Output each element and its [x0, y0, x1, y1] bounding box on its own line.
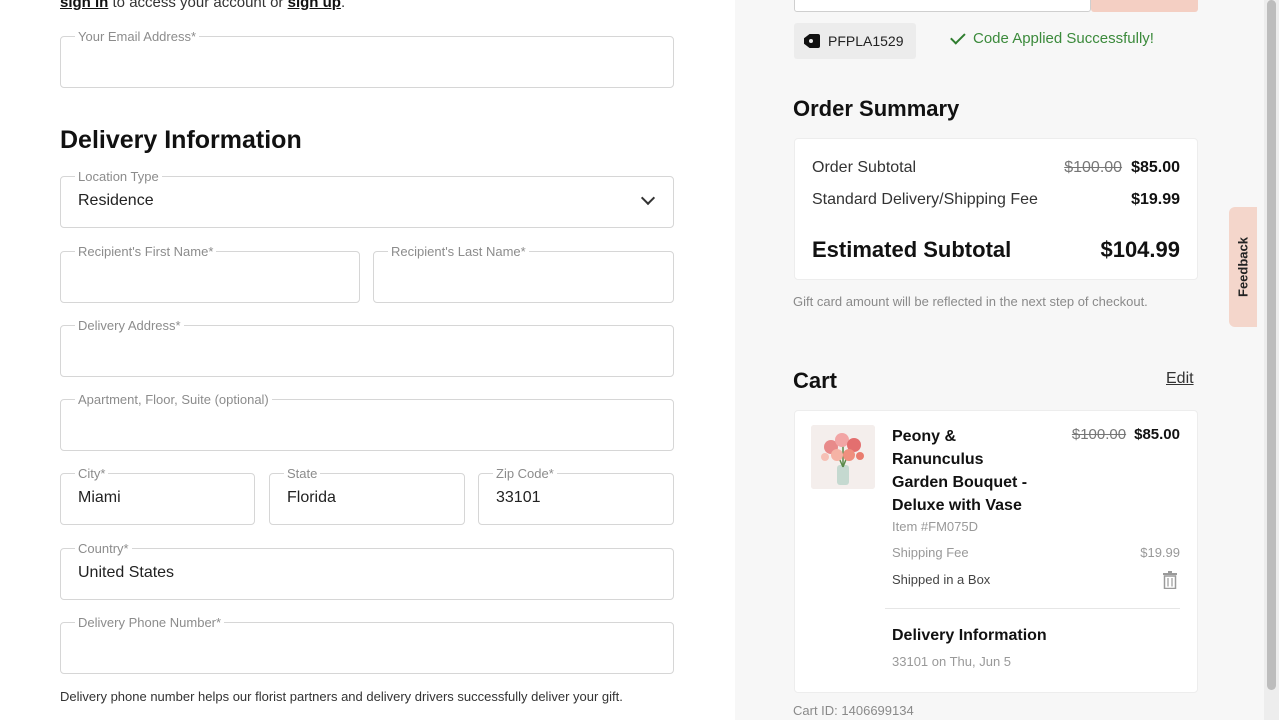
estimated-subtotal-row: Estimated Subtotal $104.99	[812, 237, 1180, 263]
apartment-field[interactable]: Apartment, Floor, Suite (optional)	[60, 393, 674, 451]
country-field[interactable]: Country* United States	[60, 542, 674, 600]
country-label: Country*	[75, 542, 132, 556]
first-name-field[interactable]: Recipient's First Name*	[60, 245, 360, 303]
subtotal-price: $85.00	[1131, 159, 1180, 176]
gift-card-note: Gift card amount will be reflected in th…	[793, 294, 1148, 309]
item-name[interactable]: Peony & Ranunculus Garden Bouquet - Delu…	[892, 425, 1042, 517]
tag-icon	[804, 34, 820, 48]
last-name-field[interactable]: Recipient's Last Name*	[373, 245, 674, 303]
page-scrollbar[interactable]	[1264, 0, 1279, 720]
item-original-price: $100.00	[1071, 426, 1127, 443]
estimated-subtotal-price: $104.99	[1100, 237, 1180, 262]
city-field[interactable]: City* Miami	[60, 467, 255, 525]
cart-delivery-detail: 33101 on Thu, Jun 5	[892, 654, 1012, 669]
bouquet-image[interactable]	[811, 425, 875, 489]
item-shipping-label: Shipping Fee	[892, 545, 969, 560]
estimated-subtotal-label: Estimated Subtotal	[812, 237, 1012, 262]
item-prices: $100.00 $85.00	[1072, 426, 1180, 443]
item-price: $85.00	[1134, 426, 1180, 443]
phone-helper-text: Delivery phone number helps our florist …	[60, 689, 623, 704]
promo-code-text: PFPLA1529	[828, 33, 904, 49]
city-value: Miami	[78, 489, 121, 506]
code-applied-status: Code Applied Successfully!	[950, 28, 1154, 47]
location-type-label: Location Type	[75, 170, 162, 184]
cart-title: Cart	[793, 368, 838, 393]
state-value: Florida	[287, 489, 336, 506]
edit-cart-link[interactable]: Edit	[1166, 370, 1194, 388]
last-name-label: Recipient's Last Name*	[388, 245, 529, 259]
order-summary-title: Order Summary	[793, 96, 960, 121]
zip-code-field[interactable]: Zip Code* 33101	[478, 467, 674, 525]
state-label: State	[284, 467, 321, 481]
code-applied-text: Code Applied Successfully!	[973, 30, 1154, 47]
account-prompt: sign in to access your account or sign u…	[60, 0, 345, 11]
delivery-phone-field[interactable]: Delivery Phone Number*	[60, 616, 674, 674]
cart-id: Cart ID: 1406699134	[793, 703, 914, 718]
order-summary-card: Order Subtotal $100.00 $85.00 Standard D…	[794, 138, 1198, 280]
delivery-address-field[interactable]: Delivery Address*	[60, 319, 674, 377]
item-number: Item #FM075D	[892, 519, 978, 534]
item-shipping-value: $19.99	[1140, 545, 1180, 560]
order-sidebar: PFPLA1529 Code Applied Successfully! Ord…	[735, 0, 1279, 720]
subtotal-row: Order Subtotal $100.00 $85.00	[812, 159, 1180, 177]
applied-code-chip[interactable]: PFPLA1529	[794, 23, 916, 59]
chevron-down-icon	[640, 190, 656, 206]
account-prompt-end: .	[340, 0, 346, 11]
email-label: Your Email Address*	[75, 30, 200, 44]
feedback-label: Feedback	[1235, 237, 1251, 297]
country-value: United States	[78, 564, 175, 581]
account-prompt-text: to access your account or	[108, 0, 288, 11]
cart-item-card: Peony & Ranunculus Garden Bouquet - Delu…	[794, 410, 1198, 693]
trash-icon[interactable]	[1163, 571, 1177, 589]
scrollbar-thumb[interactable]	[1267, 0, 1276, 690]
check-icon	[950, 28, 966, 45]
subtotal-label: Order Subtotal	[812, 159, 917, 176]
shipping-label: Standard Delivery/Shipping Fee	[812, 191, 1038, 208]
shipping-row: Standard Delivery/Shipping Fee $19.99	[812, 191, 1180, 209]
promo-code-input[interactable]	[794, 0, 1091, 12]
location-type-select[interactable]: Location Type Residence	[60, 170, 674, 228]
zip-code-value: 33101	[496, 489, 541, 506]
shipping-price: $19.99	[1131, 191, 1180, 208]
sign-up-link[interactable]: sign up	[288, 0, 341, 11]
delivery-phone-label: Delivery Phone Number*	[75, 616, 225, 630]
delivery-form-panel: sign in to access your account or sign u…	[0, 0, 735, 720]
email-field[interactable]: Your Email Address*	[60, 30, 674, 88]
shipped-in-box: Shipped in a Box	[892, 572, 991, 587]
state-field[interactable]: State Florida	[269, 467, 465, 525]
subtotal-original-price: $100.00	[1064, 159, 1123, 176]
apartment-label: Apartment, Floor, Suite (optional)	[75, 393, 272, 407]
cart-divider	[885, 608, 1180, 609]
feedback-tab[interactable]: Feedback	[1229, 207, 1257, 327]
first-name-label: Recipient's First Name*	[75, 245, 217, 259]
delivery-section-title: Delivery Information	[60, 126, 302, 154]
cart-delivery-title: Delivery Information	[892, 627, 1047, 644]
zip-code-label: Zip Code*	[493, 467, 557, 481]
sign-in-link[interactable]: sign in	[60, 0, 108, 11]
city-label: City*	[75, 467, 109, 481]
delivery-address-label: Delivery Address*	[75, 319, 184, 333]
location-type-value: Residence	[78, 192, 154, 209]
apply-promo-button[interactable]	[1091, 0, 1198, 12]
